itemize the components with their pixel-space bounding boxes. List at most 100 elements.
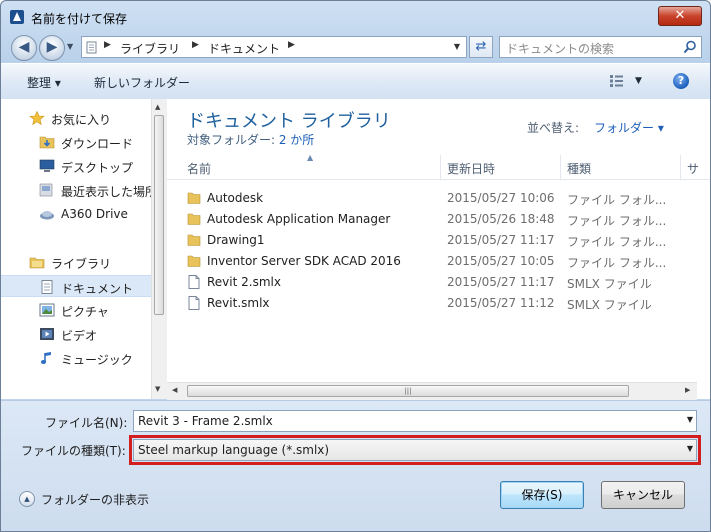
hide-folders-label: フォルダーの非表示 xyxy=(41,493,150,507)
recent-pages-dropdown-icon[interactable]: ▼ xyxy=(67,42,73,51)
arrange-by-dropdown[interactable]: フォルダー ▾ xyxy=(594,119,664,136)
file-date: 2015/05/26 18:48 xyxy=(447,212,555,226)
desktop-icon xyxy=(39,159,55,172)
recent-places-icon xyxy=(39,183,53,197)
sidebar-item-label: 最近表示した場所 xyxy=(61,185,158,199)
column-header: 名前 更新日時 種類 サ xyxy=(167,155,710,180)
file-icon xyxy=(188,275,200,289)
address-bar[interactable]: ▶ ライブラリ ▶ ドキュメント ▶ ▼ xyxy=(81,36,467,58)
star-icon xyxy=(29,111,45,125)
file-row[interactable]: Inventor Server SDK ACAD 2016 2015/05/27… xyxy=(167,251,710,272)
breadcrumb-separator-icon[interactable]: ▶ xyxy=(104,40,111,50)
refresh-button[interactable]: ⇄ xyxy=(469,36,493,58)
file-name: Drawing1 xyxy=(207,233,265,247)
documents-icon xyxy=(41,280,53,294)
sidebar-item-a360-drive[interactable]: A360 Drive xyxy=(1,203,151,225)
forward-arrow-icon: ▶ xyxy=(46,39,58,55)
file-row[interactable]: Revit 2.smlx 2015/05/27 11:17 SMLX ファイル xyxy=(167,272,710,293)
close-button[interactable]: ✕ xyxy=(658,6,702,26)
arrange-by-label: 並べ替え: xyxy=(527,121,580,135)
sidebar-item-label: ライブラリ xyxy=(51,257,112,271)
sidebar-item-label: デスクトップ xyxy=(61,161,134,175)
sidebar-item-pictures[interactable]: ピクチャ xyxy=(1,299,151,321)
file-name: Revit.smlx xyxy=(207,296,270,310)
search-placeholder: ドキュメントの検索 xyxy=(506,42,615,56)
sidebar-item-downloads[interactable]: ダウンロード xyxy=(1,131,151,153)
sidebar-scrollbar[interactable]: ▲ ▼ xyxy=(151,99,167,399)
file-type: SMLX ファイル xyxy=(567,277,652,291)
file-date: 2015/05/27 11:12 xyxy=(447,296,555,310)
refresh-icon: ⇄ xyxy=(475,39,487,54)
scroll-left-icon[interactable]: ◀ xyxy=(172,386,177,394)
help-icon[interactable]: ? xyxy=(673,73,689,89)
column-type[interactable]: 種類 xyxy=(567,160,591,177)
view-dropdown-icon[interactable]: ▼ xyxy=(635,76,642,86)
view-options-icon[interactable] xyxy=(609,74,625,88)
filetype-dropdown-icon[interactable]: ▼ xyxy=(687,444,693,453)
scroll-up-icon[interactable]: ▲ xyxy=(155,103,160,111)
scroll-right-icon[interactable]: ▶ xyxy=(685,386,690,394)
library-locations: 対象フォルダー: 2 か所 xyxy=(187,131,314,148)
search-input[interactable]: ドキュメントの検索 xyxy=(499,36,702,58)
breadcrumb-libraries[interactable]: ライブラリ xyxy=(120,40,180,57)
title-bar: 名前を付けて保存 ✕ xyxy=(1,1,710,31)
sidebar-item-desktop[interactable]: デスクトップ xyxy=(1,155,151,177)
file-name: Revit 2.smlx xyxy=(207,275,281,289)
sidebar-item-label: ミュージック xyxy=(61,353,133,367)
library-title: ドキュメント ライブラリ xyxy=(187,111,391,132)
back-button[interactable]: ◀ xyxy=(11,35,37,61)
sidebar-item-music[interactable]: ミュージック xyxy=(1,347,151,369)
sidebar-item-videos[interactable]: ビデオ xyxy=(1,323,151,345)
column-date-modified[interactable]: 更新日時 xyxy=(447,160,495,177)
filename-value: Revit 3 - Frame 2.smlx xyxy=(138,414,273,428)
hscroll-thumb[interactable]: ||| xyxy=(187,385,629,397)
save-button[interactable]: 保存(S) xyxy=(500,481,584,509)
sidebar-item-recent-places[interactable]: 最近表示した場所 xyxy=(1,179,157,201)
locations-link[interactable]: 2 か所 xyxy=(279,133,314,147)
sidebar-item-label: お気に入り xyxy=(51,113,112,127)
column-name[interactable]: 名前 xyxy=(187,160,211,177)
column-divider[interactable] xyxy=(560,155,561,179)
pictures-icon xyxy=(39,303,55,317)
file-icon xyxy=(188,296,200,310)
file-date: 2015/05/27 11:17 xyxy=(447,275,555,289)
file-row[interactable]: Autodesk 2015/05/27 10:06 ファイル フォル... xyxy=(167,188,710,209)
folder-icon xyxy=(187,234,201,246)
folder-icon xyxy=(187,213,201,225)
file-type: SMLX ファイル xyxy=(567,298,652,312)
library-icon xyxy=(29,257,45,269)
folder-icon xyxy=(187,255,201,267)
filetype-value: Steel markup language (*.smlx) xyxy=(138,443,330,457)
address-row: ◀ ▶ ▼ ▶ ライブラリ ▶ ドキュメント ▶ ▼ ⇄ ドキュメントの検索 xyxy=(1,32,710,62)
address-dropdown-icon[interactable]: ▼ xyxy=(449,38,465,56)
file-type: ファイル フォル... xyxy=(567,256,667,270)
breadcrumb-documents[interactable]: ドキュメント xyxy=(208,40,280,57)
file-row[interactable]: Revit.smlx 2015/05/27 11:12 SMLX ファイル xyxy=(167,293,710,314)
breadcrumb-separator-icon[interactable]: ▶ xyxy=(192,40,199,50)
sidebar-item-favorites[interactable]: お気に入り xyxy=(1,107,151,129)
sidebar-item-libraries[interactable]: ライブラリ xyxy=(1,251,151,273)
documents-location-icon xyxy=(86,41,97,54)
sidebar-scroll-thumb[interactable] xyxy=(154,115,164,315)
videos-icon xyxy=(40,328,54,340)
breadcrumb-separator-icon[interactable]: ▶ xyxy=(288,40,295,50)
filename-dropdown-icon[interactable]: ▼ xyxy=(687,415,693,424)
column-size[interactable]: サ xyxy=(687,160,699,177)
file-date: 2015/05/27 10:05 xyxy=(447,254,555,268)
file-list-hscrollbar[interactable]: ◀ ||| ▶ xyxy=(167,382,697,400)
cancel-button[interactable]: キャンセル xyxy=(601,481,685,509)
new-folder-button[interactable]: 新しいフォルダー xyxy=(94,74,190,91)
filetype-select[interactable]: Steel markup language (*.smlx) ▼ xyxy=(133,439,697,461)
search-icon[interactable] xyxy=(683,40,697,54)
file-row[interactable]: Autodesk Application Manager 2015/05/26 … xyxy=(167,209,710,230)
forward-button[interactable]: ▶ xyxy=(39,35,65,61)
scroll-down-icon[interactable]: ▼ xyxy=(155,385,160,393)
column-divider[interactable] xyxy=(680,155,681,179)
column-divider[interactable] xyxy=(440,155,441,179)
organize-menu[interactable]: 整理 ▾ xyxy=(27,74,61,91)
filename-input[interactable]: Revit 3 - Frame 2.smlx ▼ xyxy=(133,410,697,432)
file-row[interactable]: Drawing1 2015/05/27 11:17 ファイル フォル... xyxy=(167,230,710,251)
file-name: Inventor Server SDK ACAD 2016 xyxy=(207,254,401,268)
sidebar-item-documents[interactable]: ドキュメント xyxy=(1,275,151,297)
file-date: 2015/05/27 10:06 xyxy=(447,191,555,205)
